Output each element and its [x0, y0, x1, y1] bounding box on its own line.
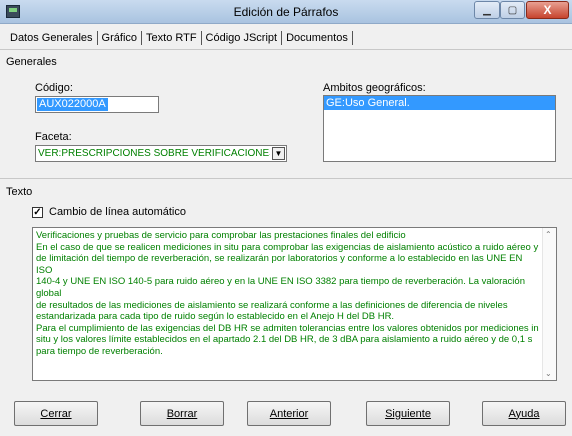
- codigo-value: AUX022000A: [37, 98, 108, 111]
- codigo-input[interactable]: AUX022000A: [35, 96, 159, 113]
- codigo-label: Código:: [35, 82, 73, 94]
- faceta-value: VER:PRESCRIPCIONES SOBRE VERIFICACIONES …: [38, 148, 270, 159]
- texto-line: 140-4 y UNE EN ISO 140-5 para ruido aére…: [36, 276, 525, 299]
- texto-line: de limitación del tiempo de reverberació…: [36, 253, 523, 276]
- ambitos-list-item[interactable]: GE:Uso General.: [324, 96, 555, 110]
- wrap-checkbox-label: Cambio de línea automático: [49, 206, 186, 218]
- wrap-checkbox[interactable]: ✓: [32, 206, 43, 218]
- texto-line: para tiempo de reverberación.: [36, 345, 163, 357]
- close-button[interactable]: X: [526, 1, 569, 19]
- texto-line: de resultados de las mediciones de aisla…: [36, 299, 508, 311]
- texto-content: Verificaciones y pruebas de servicio par…: [36, 230, 540, 358]
- tab-datos-generales[interactable]: Datos Generales: [6, 32, 97, 44]
- texto-section-title: Texto: [6, 186, 33, 198]
- texto-line: Para el cumplimiento de las exigencias d…: [36, 322, 539, 334]
- ayuda-button[interactable]: Ayuda: [482, 401, 566, 426]
- section-divider: [0, 178, 572, 179]
- wrap-checkbox-row[interactable]: ✓ Cambio de línea automático: [32, 206, 186, 218]
- anterior-button[interactable]: Anterior: [247, 401, 331, 426]
- tab-grafico[interactable]: Gráfico: [98, 32, 141, 44]
- scroll-up-icon[interactable]: ⌃: [545, 230, 552, 239]
- maximize-button[interactable]: ▢: [500, 1, 525, 19]
- vertical-scrollbar[interactable]: ⌃ ⌄: [542, 228, 556, 380]
- faceta-label: Faceta:: [35, 131, 72, 143]
- tab-bar: Datos Generales Gráfico Texto RTF Código…: [6, 30, 353, 46]
- tab-documentos[interactable]: Documentos: [282, 32, 352, 44]
- dropdown-arrow-icon[interactable]: ▼: [272, 147, 285, 160]
- generales-section-title: Generales: [6, 56, 57, 68]
- texto-line: En el caso de que se realicen mediciones…: [36, 241, 539, 253]
- tab-texto-rtf[interactable]: Texto RTF: [142, 32, 201, 44]
- texto-line: Verificaciones y pruebas de servicio par…: [36, 230, 406, 241]
- faceta-select[interactable]: VER:PRESCRIPCIONES SOBRE VERIFICACIONES …: [35, 145, 287, 162]
- tab-codigo-jscript[interactable]: Código JScript: [202, 32, 282, 44]
- tab-separator: [351, 31, 353, 45]
- tab-divider: [0, 49, 572, 50]
- minimize-button[interactable]: ▁: [474, 1, 500, 19]
- siguiente-button[interactable]: Siguiente: [366, 401, 450, 426]
- borrar-button[interactable]: Borrar: [140, 401, 224, 426]
- ambitos-list[interactable]: GE:Uso General.: [323, 95, 556, 162]
- texto-line: estandarizada para cada tipo de ruido se…: [36, 311, 395, 323]
- ambitos-label: Ambitos geográficos:: [323, 82, 426, 94]
- scroll-down-icon[interactable]: ⌄: [545, 369, 552, 378]
- texto-line: situ y los valores límite establecidos e…: [36, 334, 533, 346]
- texto-textarea[interactable]: Verificaciones y pruebas de servicio par…: [32, 227, 557, 381]
- title-bar: Edición de Párrafos ▁ ▢ X: [0, 0, 572, 24]
- cerrar-button[interactable]: Cerrar: [14, 401, 98, 426]
